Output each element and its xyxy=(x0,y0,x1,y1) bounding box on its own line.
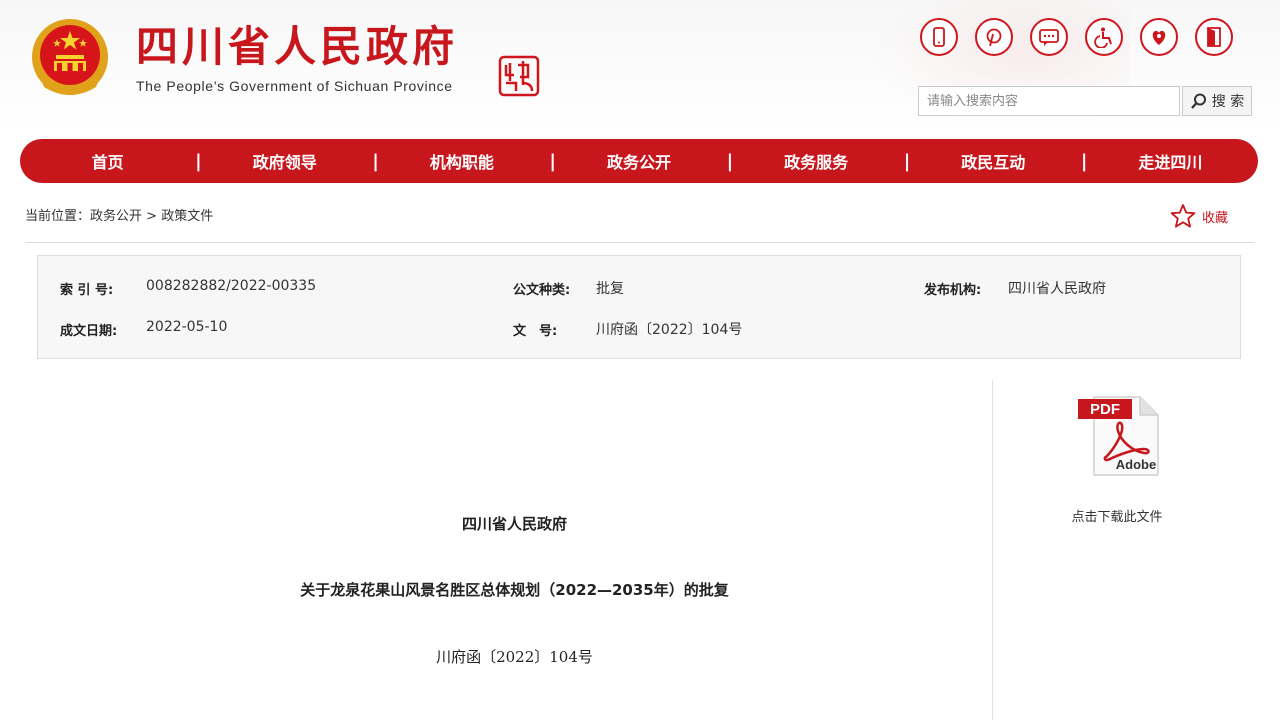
search-icon xyxy=(1190,93,1206,109)
breadcrumb: 当前位置：政务公开 > 政策文件 xyxy=(25,205,213,224)
adobe-label: Adobe xyxy=(1116,457,1156,472)
china-seal-icon xyxy=(498,55,540,97)
search-button[interactable]: 搜 索 xyxy=(1182,86,1252,116)
nav-item-leaders[interactable]: 政府领导 xyxy=(197,149,372,173)
publisher-label: 发布机构: xyxy=(924,283,982,298)
nav-item-open-government[interactable]: 政务公开 xyxy=(551,149,726,173)
document-meta-box: 索 引 号: 008282882/2022-00335 公文种类: 批复 发布机… xyxy=(37,255,1241,359)
site-header: 四川省人民政府 The People’s Government of Sichu… xyxy=(0,0,1280,135)
breadcrumb-item-open-government[interactable]: 政务公开 xyxy=(90,209,142,224)
doc-type-label: 公文种类: xyxy=(513,283,571,298)
breadcrumb-item-policy-files[interactable]: 政策文件 xyxy=(161,209,213,224)
nav-item-functions[interactable]: 机构职能 xyxy=(374,149,549,173)
document-issuer: 四川省人民政府 xyxy=(461,515,567,533)
document-title: 关于龙泉花果山风景名胜区总体规划（2022—2035年）的批复 xyxy=(300,581,729,599)
pdf-file-icon[interactable]: PDF Adobe xyxy=(1076,393,1162,479)
divider xyxy=(25,242,1255,243)
national-emblem-icon xyxy=(32,19,108,95)
nav-item-about-sichuan[interactable]: 走进四川 xyxy=(1083,149,1258,173)
elder-care-icon[interactable] xyxy=(1140,18,1178,56)
site-subtitle: The People’s Government of Sichuan Provi… xyxy=(136,78,453,94)
search-box: 搜 索 xyxy=(918,86,1252,116)
pdf-label: PDF xyxy=(1090,401,1120,418)
sidebar-divider xyxy=(992,380,993,720)
mobile-icon[interactable] xyxy=(920,18,958,56)
search-input[interactable] xyxy=(918,86,1180,116)
nav-item-interaction[interactable]: 政民互动 xyxy=(906,149,1081,173)
nav-item-home[interactable]: 首页 xyxy=(20,149,195,173)
star-icon xyxy=(1170,204,1196,228)
document-number: 川府函〔2022〕104号 xyxy=(436,648,593,666)
breadcrumb-separator: > xyxy=(142,209,162,224)
doc-number-label: 文 号: xyxy=(513,324,558,339)
exit-icon[interactable] xyxy=(1195,18,1233,56)
index-value: 008282882/2022-00335 xyxy=(146,278,317,294)
date-value: 2022-05-10 xyxy=(146,319,228,335)
nav-item-services[interactable]: 政务服务 xyxy=(729,149,904,173)
search-button-label: 搜 索 xyxy=(1211,94,1245,110)
main-nav: 首页 | 政府领导 | 机构职能 | 政务公开 | 政务服务 | 政民互动 | … xyxy=(20,139,1258,183)
accessibility-icon[interactable] xyxy=(1085,18,1123,56)
index-label: 索 引 号: xyxy=(60,283,114,298)
doc-number-value: 川府函〔2022〕104号 xyxy=(596,322,743,338)
pinterest-icon[interactable] xyxy=(975,18,1013,56)
top-icon-bar xyxy=(920,18,1233,56)
download-file-link[interactable]: 点击下载此文件 xyxy=(1040,506,1194,525)
breadcrumb-prefix: 当前位置： xyxy=(25,209,91,224)
site-title: 四川省人民政府 xyxy=(136,22,459,71)
date-label: 成文日期: xyxy=(60,324,118,339)
publisher-value: 四川省人民政府 xyxy=(1008,281,1106,297)
doc-type-value: 批复 xyxy=(596,281,624,297)
message-icon[interactable] xyxy=(1030,18,1068,56)
favorite-button[interactable]: 收藏 xyxy=(1170,203,1228,229)
favorite-label: 收藏 xyxy=(1202,210,1229,226)
